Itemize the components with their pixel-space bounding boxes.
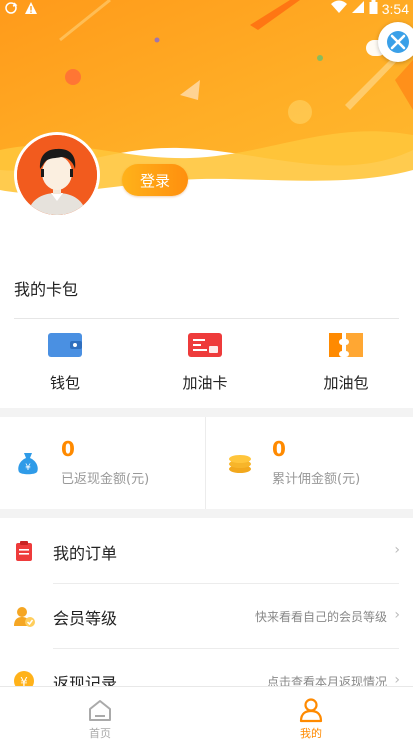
fuel-card-icon	[188, 330, 222, 360]
nav-tab-label: 首页	[89, 727, 111, 740]
stat-commission[interactable]: 0 累计佣金额(元)	[206, 417, 412, 509]
bottom-navigation: 首页 我的	[0, 686, 413, 743]
signal-icon	[351, 0, 365, 18]
wifi-icon	[330, 0, 347, 18]
wallet-icon	[48, 330, 82, 360]
default-avatar-icon	[17, 135, 97, 215]
order-clipboard-icon	[14, 541, 34, 561]
stat-cashback[interactable]: ¥ 0 已返现金额(元)	[0, 417, 206, 509]
profile-header: 3:54 登录	[0, 0, 413, 240]
card-item-label: 加油卡	[182, 374, 228, 392]
member-level-icon	[14, 606, 35, 627]
card-item-wallet[interactable]: 钱包	[20, 330, 110, 393]
status-bar: 3:54	[0, 0, 413, 18]
customer-service-icon	[387, 31, 409, 53]
sync-icon	[4, 1, 18, 19]
menu-item-label: 会员等级	[53, 609, 118, 628]
card-item-fuel-package[interactable]: 加油包	[301, 330, 391, 393]
profile-page: 3:54 登录 我的卡包 钱包 加油卡 加油包 ¥ 0 已返现金额(元) 0 累…	[0, 0, 413, 743]
nav-tab-label: 我的	[300, 727, 322, 740]
commission-caption: 累计佣金额(元)	[272, 472, 361, 487]
coin-stack-icon	[228, 451, 252, 479]
money-bag-icon: ¥	[17, 451, 39, 479]
status-time: 3:54	[381, 1, 409, 17]
floating-customer-service-button[interactable]	[378, 22, 413, 62]
cashback-caption: 已返现金额(元)	[61, 472, 150, 487]
section-gap	[0, 509, 413, 518]
warning-icon	[24, 1, 38, 19]
fuel-package-icon	[329, 330, 363, 360]
divider	[14, 318, 399, 319]
chevron-right-icon: ›	[394, 607, 400, 623]
menu-item-my-orders[interactable]: 我的订单 ›	[0, 519, 413, 583]
menu-item-hint: 快来看看自己的会员等级	[254, 610, 387, 624]
profile-icon	[299, 698, 323, 723]
chevron-right-icon: ›	[394, 542, 400, 558]
avatar[interactable]	[14, 132, 100, 218]
section-gap	[0, 408, 413, 417]
card-item-label: 加油包	[323, 374, 369, 392]
cashback-amount: 0	[61, 437, 75, 461]
menu-item-label: 我的订单	[53, 544, 118, 563]
card-item-fuel-card[interactable]: 加油卡	[160, 330, 250, 393]
battery-icon	[369, 0, 378, 18]
menu-item-member-level[interactable]: 会员等级 快来看看自己的会员等级 ›	[0, 584, 413, 648]
login-button[interactable]: 登录	[122, 164, 188, 196]
nav-tab-home[interactable]: 首页	[40, 687, 160, 743]
svg-text:¥: ¥	[25, 463, 31, 473]
home-icon	[89, 700, 111, 721]
card-package-title: 我的卡包	[14, 280, 79, 299]
card-item-label: 钱包	[49, 374, 80, 392]
nav-tab-profile[interactable]: 我的	[251, 687, 371, 743]
card-package-row: 钱包 加油卡 加油包	[0, 330, 413, 400]
commission-amount: 0	[272, 437, 286, 461]
earnings-stats: ¥ 0 已返现金额(元) 0 累计佣金额(元)	[0, 417, 413, 509]
